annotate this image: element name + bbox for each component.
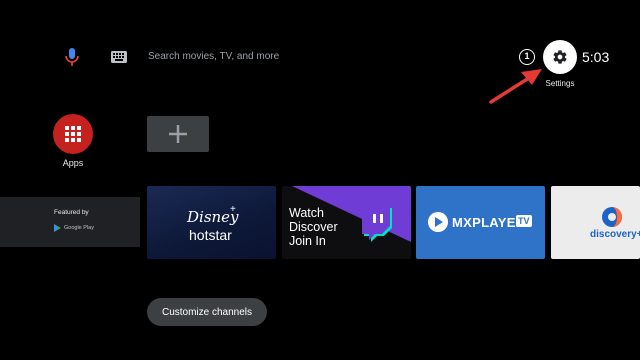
plus-icon	[169, 125, 187, 143]
discovery-plus-text: discovery+	[590, 229, 640, 240]
settings-button[interactable]	[543, 40, 577, 74]
channel-tile-mx-player[interactable]: MXPLAYER TV	[416, 186, 545, 259]
featured-by-google-play-card	[0, 197, 140, 247]
clock: 5:03	[582, 49, 610, 65]
discovery-globe-icon	[602, 207, 622, 227]
search-input[interactable]: Search movies, TV, and more	[148, 51, 279, 62]
apps-grid-icon	[65, 126, 81, 142]
red-arrow-annotation	[489, 69, 542, 104]
mx-tv-badge: TV	[516, 215, 532, 227]
twitch-line-join-in: Join In	[289, 234, 326, 248]
google-play-icon	[54, 224, 61, 232]
twitch-line-watch: Watch	[289, 206, 324, 220]
twitch-line-discover: Discover	[289, 220, 338, 234]
twitch-logo-icon	[362, 206, 392, 242]
channel-tile-twitch[interactable]: Watch Discover Join In	[282, 186, 411, 259]
customize-channels-button[interactable]: Customize channels	[147, 298, 267, 326]
mx-player-text: MXPLAYER	[452, 215, 526, 230]
featured-label: Featured by	[54, 209, 89, 216]
google-play-badge: Google Play	[54, 224, 94, 232]
channel-tile-hotstar[interactable]: Disney + hotstar	[147, 186, 276, 259]
hotstar-plus-text: +	[230, 204, 236, 215]
gear-icon	[553, 50, 567, 64]
twitch-tagline: Watch Discover Join In	[289, 206, 338, 248]
mx-play-icon	[428, 212, 448, 232]
microphone-icon[interactable]	[63, 47, 81, 67]
apps-button[interactable]	[53, 114, 93, 154]
keyboard-icon[interactable]	[110, 49, 128, 65]
notification-badge[interactable]: 1	[519, 49, 535, 65]
channel-tile-discovery-plus[interactable]: discovery+	[551, 186, 640, 259]
google-play-text: Google Play	[64, 225, 94, 231]
add-favorite-app-button[interactable]	[147, 116, 209, 152]
hotstar-text: hotstar	[189, 227, 232, 243]
apps-label: Apps	[62, 158, 84, 168]
